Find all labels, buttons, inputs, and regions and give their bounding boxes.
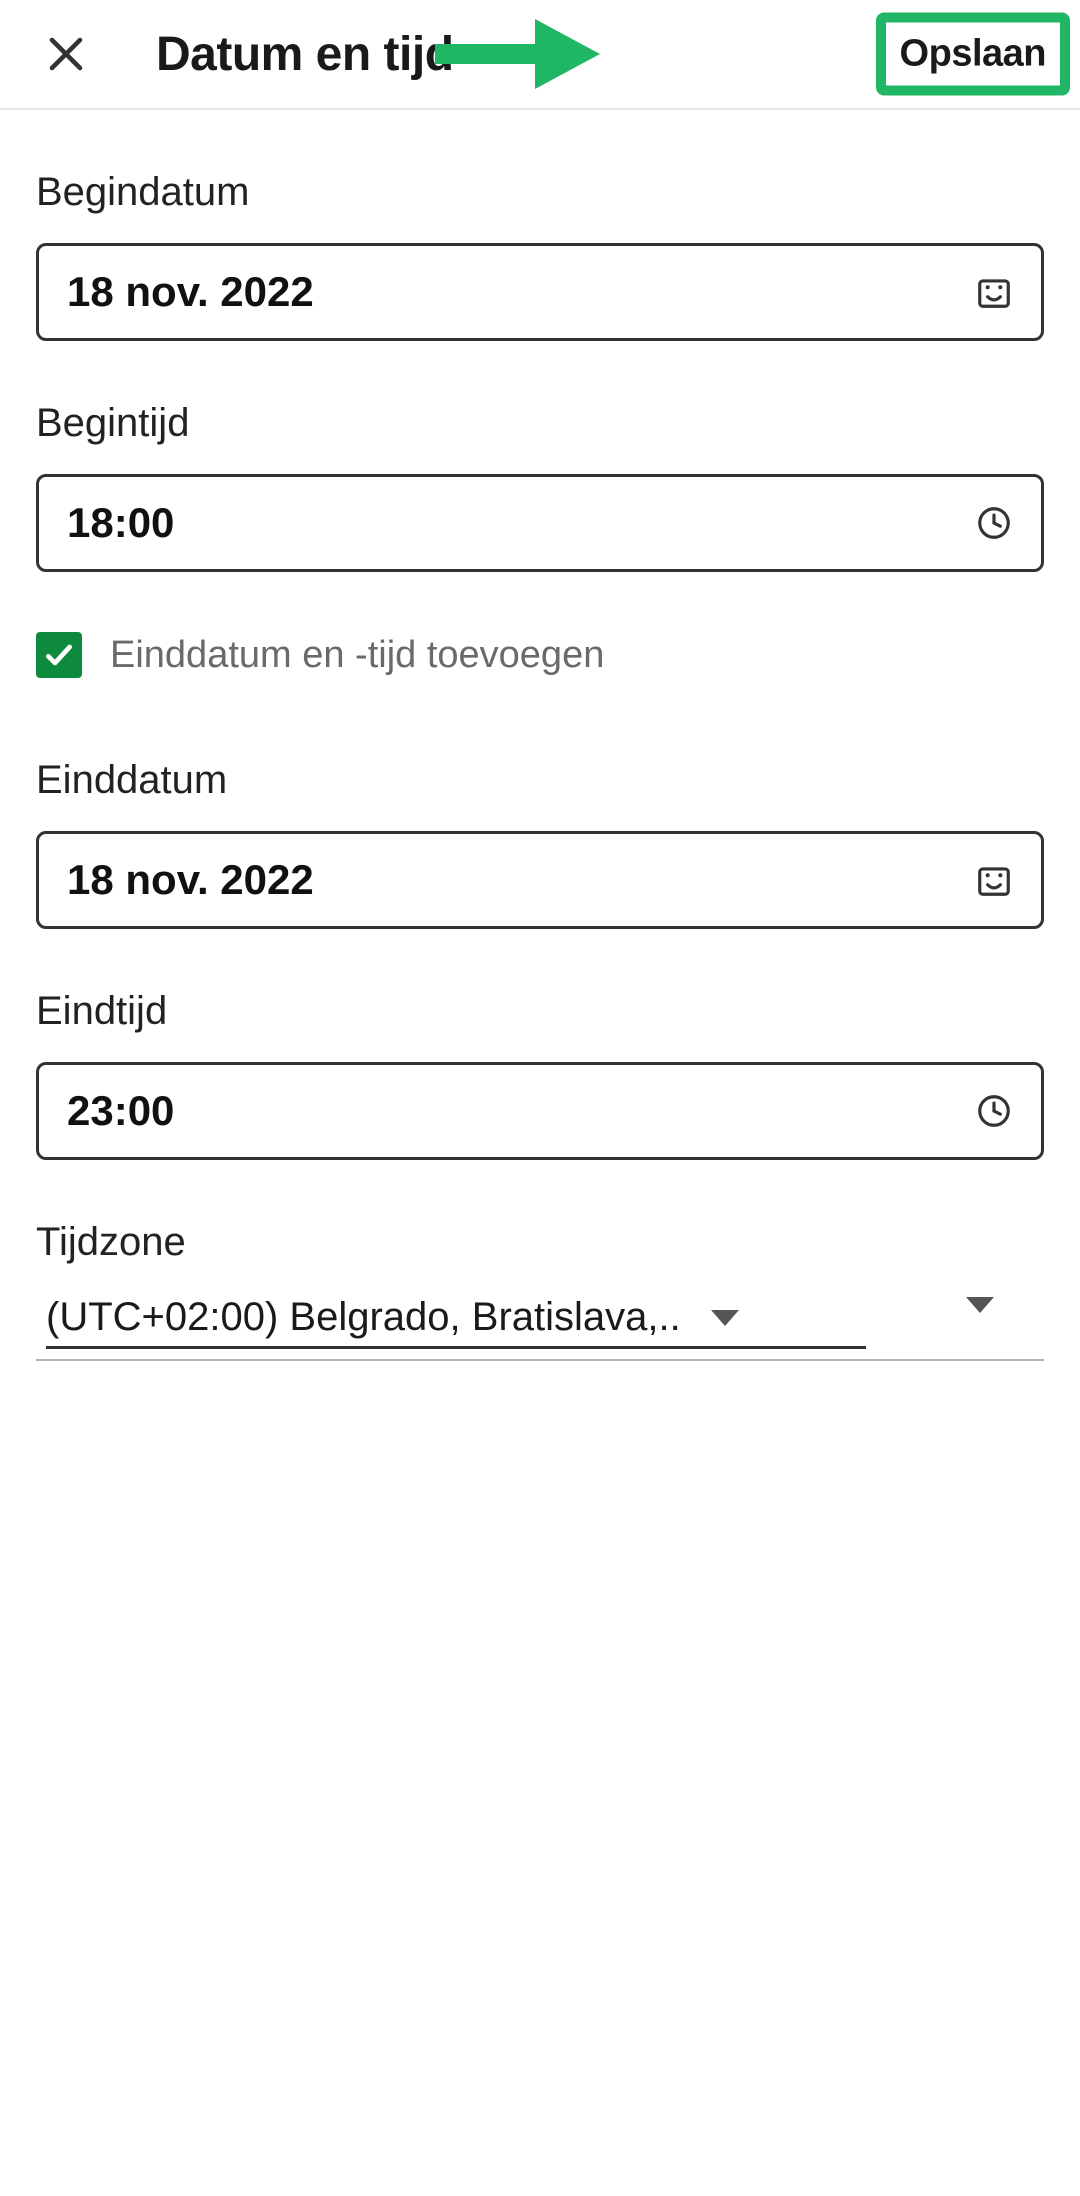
form-content: Begindatum 18 nov. 2022 Begintijd 18:00	[0, 110, 1080, 1361]
begintijd-value: 18:00	[67, 499, 174, 547]
eindtijd-label: Eindtijd	[36, 989, 1044, 1034]
einddatum-input[interactable]: 18 nov. 2022	[36, 831, 1044, 929]
timezone-field: Tijdzone (UTC+02:00) Belgrado, Bratislav…	[36, 1220, 1044, 1361]
eindtijd-input[interactable]: 23:00	[36, 1062, 1044, 1160]
clock-icon	[975, 504, 1013, 542]
einddatum-field: Einddatum 18 nov. 2022	[36, 758, 1044, 929]
begindatum-input[interactable]: 18 nov. 2022	[36, 243, 1044, 341]
einddatum-label: Einddatum	[36, 758, 1044, 803]
add-end-date-row: Einddatum en -tijd toevoegen	[36, 632, 1044, 678]
timezone-select[interactable]: (UTC+02:00) Belgrado, Bratislava,..	[46, 1295, 866, 1349]
timezone-value: (UTC+02:00) Belgrado, Bratislava,..	[46, 1295, 681, 1340]
timezone-row: (UTC+02:00) Belgrado, Bratislava,..	[36, 1295, 1044, 1361]
clock-icon	[975, 1092, 1013, 1130]
begindatum-field: Begindatum 18 nov. 2022	[36, 170, 1044, 341]
timezone-label: Tijdzone	[36, 1220, 1044, 1265]
calendar-icon	[975, 861, 1013, 899]
arrow-right-icon	[435, 14, 605, 94]
add-end-date-label: Einddatum en -tijd toevoegen	[110, 634, 604, 677]
eindtijd-value: 23:00	[67, 1087, 174, 1135]
begintijd-field: Begintijd 18:00	[36, 401, 1044, 572]
add-end-date-checkbox[interactable]	[36, 632, 82, 678]
einddatum-value: 18 nov. 2022	[67, 856, 314, 904]
begintijd-input[interactable]: 18:00	[36, 474, 1044, 572]
timezone-secondary-select[interactable]	[866, 1313, 1034, 1331]
chevron-down-icon	[966, 1297, 994, 1330]
page-title: Datum en tijd	[156, 27, 454, 82]
calendar-icon	[975, 273, 1013, 311]
check-icon	[43, 639, 75, 671]
close-icon	[45, 33, 87, 75]
begindatum-value: 18 nov. 2022	[67, 268, 314, 316]
header-bar: Datum en tijd Opslaan	[0, 0, 1080, 110]
eindtijd-field: Eindtijd 23:00	[36, 989, 1044, 1160]
begintijd-label: Begintijd	[36, 401, 1044, 446]
save-button[interactable]: Opslaan	[876, 13, 1070, 96]
close-button[interactable]	[36, 24, 96, 84]
annotation-arrow	[435, 14, 605, 94]
begindatum-label: Begindatum	[36, 170, 1044, 215]
chevron-down-icon	[711, 1310, 739, 1326]
